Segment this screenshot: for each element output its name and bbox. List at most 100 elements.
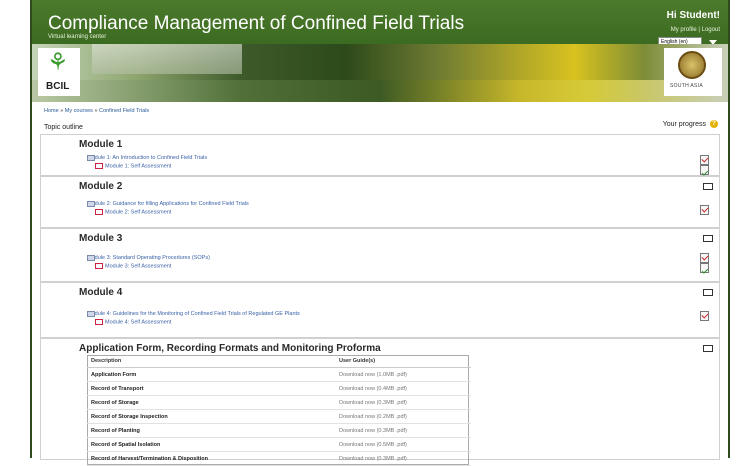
module-section: Module 2 Module 2: Guidance for filling …: [40, 176, 720, 228]
forms-section-title: Application Form, Recording Formats and …: [79, 343, 381, 354]
bcil-logo-mark-icon: ⚘: [47, 49, 69, 76]
quiz-icon: [95, 319, 103, 325]
page: Compliance Management of Confined Field …: [0, 0, 742, 466]
forms-section: Application Form, Recording Formats and …: [40, 338, 720, 466]
seal-icon: [678, 51, 706, 79]
activity-link[interactable]: Module 4: Guidelines for the Monitoring …: [87, 311, 300, 317]
site-title[interactable]: Compliance Management of Confined Field …: [48, 13, 464, 35]
forms-table: Description User Guide(s) Application Fo…: [87, 355, 471, 466]
section-toggle-icon[interactable]: [703, 183, 713, 190]
quiz-link[interactable]: Module 4: Self Assessment: [95, 319, 171, 325]
row-description: Record of Transport: [87, 381, 335, 396]
table-header-row: Description User Guide(s): [87, 355, 471, 368]
activity-link[interactable]: Module 1: An Introduction to Confined Fi…: [87, 155, 207, 161]
topic-outline-heading: Topic outline: [44, 124, 83, 131]
check-icon: [701, 311, 709, 319]
module-section: Module 1 Module 1: An Introduction to Co…: [40, 134, 720, 176]
activity-link[interactable]: Module 3: Standard Operating Procedures …: [87, 255, 210, 261]
table-row: Record of Spatial Isolation Download now …: [87, 437, 471, 452]
quiz-icon: [95, 209, 103, 215]
activity-label[interactable]: Module 1: An Introduction to Confined Fi…: [87, 155, 207, 161]
breadcrumb-home[interactable]: Home: [44, 108, 59, 114]
table-row: Record of Storage Inspection Download now…: [87, 409, 471, 424]
left-margin: [0, 0, 30, 458]
quiz-label[interactable]: Module 1: Self Assessment: [105, 163, 171, 169]
page-icon: [87, 155, 95, 161]
completion-checkbox[interactable]: [700, 165, 709, 176]
quiz-icon: [95, 263, 103, 269]
south-asia-logo[interactable]: SOUTH ASIA: [664, 48, 722, 96]
quiz-link[interactable]: Module 3: Self Assessment: [95, 263, 171, 269]
row-description: Application Form: [87, 367, 335, 382]
section-toggle-icon[interactable]: [703, 345, 713, 352]
section-toggle-icon[interactable]: [703, 235, 713, 242]
profile-logout-links[interactable]: My profile | Logout: [671, 27, 720, 33]
header-banner-image: ⚘ BCIL SOUTH ASIA: [32, 44, 728, 102]
download-link[interactable]: Download now (0.5MB .pdf): [335, 437, 471, 452]
quiz-link[interactable]: Module 1: Self Assessment: [95, 163, 171, 169]
table-row: Record of Storage Download now (0.3MB .pd…: [87, 395, 471, 410]
completion-checkbox[interactable]: [700, 311, 709, 321]
download-link[interactable]: Download now (0.3MB .pdf): [335, 395, 471, 410]
download-link[interactable]: Download now (1.0MB .pdf): [335, 367, 471, 382]
bcil-logo[interactable]: ⚘ BCIL: [38, 48, 80, 96]
module-title: Module 2: [79, 181, 123, 192]
check-icon: [701, 155, 709, 163]
quiz-label[interactable]: Module 4: Self Assessment: [105, 319, 171, 325]
activity-link[interactable]: Module 2: Guidance for filling Applicati…: [87, 201, 249, 207]
quiz-icon: [95, 163, 103, 169]
row-description: Record of Harvest/Termination & Disposit…: [87, 451, 335, 466]
bcil-logo-text: BCIL: [46, 81, 70, 92]
banner-greenhouse: [92, 44, 242, 74]
completion-checkbox[interactable]: [700, 205, 709, 215]
completion-checkbox[interactable]: [700, 263, 709, 274]
column-header-user-guide: User Guide(s): [335, 355, 471, 368]
download-link[interactable]: Download now (0.3MB .pdf): [335, 451, 471, 466]
module-title: Module 3: [79, 233, 123, 244]
completion-checkbox[interactable]: [700, 253, 709, 263]
module-title: Module 4: [79, 287, 123, 298]
moodle-frame: Compliance Management of Confined Field …: [30, 0, 730, 466]
user-greeting: Hi Student!: [666, 10, 720, 21]
row-description: Record of Planting: [87, 423, 335, 438]
quiz-label[interactable]: Module 2: Self Assessment: [105, 209, 171, 215]
table-row: Record of Harvest/Termination & Disposit…: [87, 451, 471, 466]
breadcrumb-current-course[interactable]: Confined Field Trials: [99, 108, 149, 114]
site-subtitle: Virtual learning center: [48, 34, 107, 40]
row-description: Record of Storage Inspection: [87, 409, 335, 424]
row-description: Record of Storage: [87, 395, 335, 410]
activity-label[interactable]: Module 2: Guidance for filling Applicati…: [87, 201, 249, 207]
download-link[interactable]: Download now (0.4MB .pdf): [335, 381, 471, 396]
page-icon: [87, 311, 95, 317]
activity-label[interactable]: Module 3: Standard Operating Procedures …: [87, 255, 210, 261]
site-header: Compliance Management of Confined Field …: [32, 0, 728, 46]
module-section: Module 3 Module 3: Standard Operating Pr…: [40, 228, 720, 282]
check-icon: [701, 267, 709, 274]
activity-label[interactable]: Module 4: Guidelines for the Monitoring …: [87, 311, 300, 317]
progress-label: Your progress: [662, 120, 707, 128]
table-row: Record of Planting Download now (0.3MB .p…: [87, 423, 471, 438]
section-toggle-icon[interactable]: [703, 289, 713, 296]
banner-field: [32, 80, 728, 102]
page-icon: [87, 255, 95, 261]
check-icon: [701, 253, 709, 261]
quiz-label[interactable]: Module 3: Self Assessment: [105, 263, 171, 269]
module-section: Module 4 Module 4: Guidelines for the Mo…: [40, 282, 720, 338]
your-progress: Your progress ?: [663, 120, 718, 128]
download-link[interactable]: Download now (0.3MB .pdf): [335, 423, 471, 438]
help-icon[interactable]: ?: [710, 120, 718, 128]
check-icon: [701, 205, 709, 213]
column-header-description: Description: [87, 355, 335, 368]
download-link[interactable]: Download now (0.2MB .pdf): [335, 409, 471, 424]
table-row: Record of Transport Download now (0.4MB .…: [87, 381, 471, 396]
breadcrumb-my-courses[interactable]: My courses: [65, 108, 93, 114]
quiz-link[interactable]: Module 2: Self Assessment: [95, 209, 171, 215]
page-icon: [87, 201, 95, 207]
south-asia-logo-text: SOUTH ASIA: [670, 83, 704, 89]
check-icon: [701, 169, 709, 176]
row-description: Record of Spatial Isolation: [87, 437, 335, 452]
module-title: Module 1: [79, 139, 123, 150]
table-row: Application Form Download now (1.0MB .pdf…: [87, 367, 471, 382]
completion-checkbox[interactable]: [700, 155, 709, 165]
breadcrumb: Home » My courses » Confined Field Trial…: [44, 108, 149, 114]
